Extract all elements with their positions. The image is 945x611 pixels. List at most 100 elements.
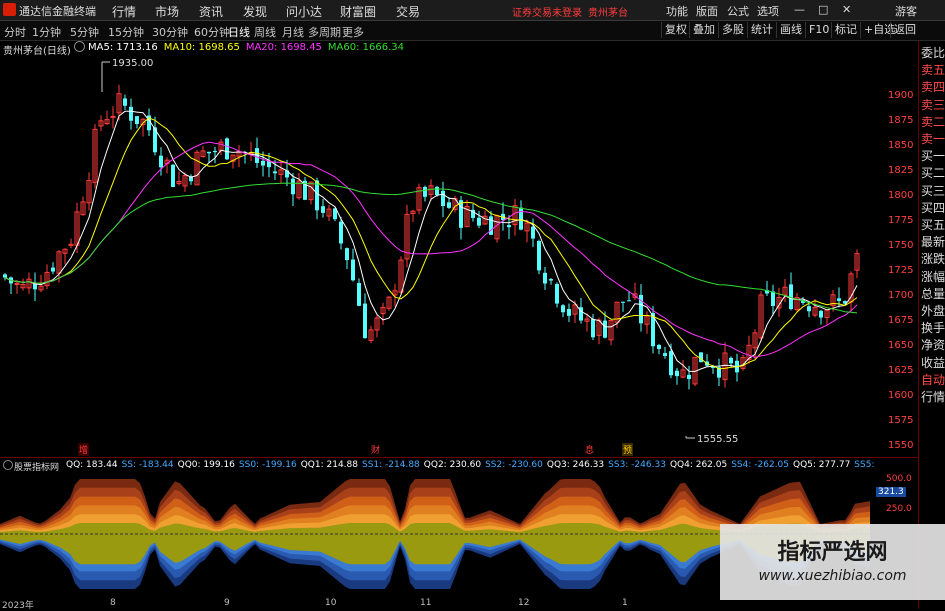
candle-body bbox=[807, 306, 811, 312]
candle-body bbox=[561, 305, 565, 313]
close-button[interactable]: ✕ bbox=[842, 3, 851, 16]
menu-item-options[interactable]: 选项 bbox=[757, 3, 779, 19]
maximize-button[interactable]: □ bbox=[818, 3, 828, 16]
period-tab-daily[interactable]: 日线 bbox=[228, 24, 250, 40]
price-axis-label: 1725 bbox=[888, 265, 914, 276]
side-panel-item[interactable]: 外盘 bbox=[920, 305, 945, 317]
watermark-title: 指标严选网 bbox=[777, 540, 888, 565]
adjust-button[interactable]: 复权 bbox=[661, 22, 690, 38]
side-panel-item[interactable]: 卖二 bbox=[920, 116, 945, 128]
side-panel-item[interactable]: 涨幅 bbox=[920, 271, 945, 283]
menu-item-trade[interactable]: 交易 bbox=[396, 3, 420, 20]
back-button[interactable]: 返回 bbox=[890, 22, 919, 38]
menu-item-markets[interactable]: 市场 bbox=[155, 3, 179, 20]
price-axis-label: 1575 bbox=[888, 415, 914, 426]
f10-button[interactable]: F10 bbox=[805, 22, 832, 38]
candle-body bbox=[123, 98, 127, 106]
period-tab-5min[interactable]: 5分钟 bbox=[70, 24, 99, 40]
price-axis-label: 1650 bbox=[888, 340, 914, 351]
candle-body bbox=[591, 319, 595, 338]
indicator-axis-500: 500.0 bbox=[886, 474, 912, 484]
menu-item-layout[interactable]: 版面 bbox=[696, 3, 718, 19]
price-axis-label: 1700 bbox=[888, 290, 914, 301]
menu-item-ask[interactable]: 问小达 bbox=[286, 3, 322, 20]
period-tab-multi[interactable]: 多周期 bbox=[308, 24, 341, 40]
minimize-button[interactable]: — bbox=[794, 3, 805, 16]
candlestick-chart[interactable]: 1935.00 1555.55 bbox=[0, 40, 918, 458]
period-tab-weekly[interactable]: 周线 bbox=[254, 24, 276, 40]
candle-body bbox=[435, 186, 439, 196]
candle-body bbox=[489, 216, 493, 235]
multi-stock-button[interactable]: 多股 bbox=[718, 22, 747, 38]
high-annotation: 1935.00 bbox=[112, 58, 153, 69]
period-tab-1min[interactable]: 1分钟 bbox=[32, 24, 61, 40]
period-tab-30min[interactable]: 30分钟 bbox=[152, 24, 188, 40]
date-label: 11 bbox=[420, 598, 432, 608]
menu-item-discover[interactable]: 发现 bbox=[243, 3, 267, 20]
side-panel-item[interactable]: 买五 bbox=[920, 219, 945, 231]
period-tab-15min[interactable]: 15分钟 bbox=[108, 24, 144, 40]
candle-body bbox=[273, 171, 277, 174]
ma-line-ma20 bbox=[4, 141, 858, 358]
app-logo-icon bbox=[3, 3, 16, 16]
candle-body bbox=[423, 186, 427, 197]
login-status[interactable]: 证券交易未登录 bbox=[512, 4, 582, 19]
side-panel-item[interactable]: 委比 bbox=[920, 47, 945, 59]
side-panel-item[interactable]: 买四 bbox=[920, 202, 945, 214]
overlay-button[interactable]: 叠加 bbox=[689, 22, 718, 38]
candle-body bbox=[159, 155, 163, 168]
draw-line-button[interactable]: 画线 bbox=[776, 22, 805, 38]
period-tab-timeshare[interactable]: 分时 bbox=[4, 24, 26, 40]
candle-body bbox=[171, 164, 175, 187]
side-panel-item[interactable]: 涨跌 bbox=[920, 253, 945, 265]
menu-item-formula[interactable]: 公式 bbox=[727, 3, 749, 19]
side-panel-item[interactable]: 买三 bbox=[920, 185, 945, 197]
period-tab-monthly[interactable]: 月线 bbox=[282, 24, 304, 40]
side-panel-item[interactable]: 卖一 bbox=[920, 133, 945, 145]
side-panel-item[interactable]: 买一 bbox=[920, 150, 945, 162]
menu-item-wealth[interactable]: 财富圈 bbox=[340, 3, 376, 20]
event-marker-forecast[interactable]: 预 bbox=[622, 443, 634, 456]
indicator-value: QQ5: 277.77 bbox=[793, 460, 851, 470]
side-panel-item[interactable]: 收益 bbox=[920, 357, 945, 369]
side-panel-item[interactable]: 行情 bbox=[920, 391, 945, 403]
watermark-url: www.xuezhibiao.com bbox=[758, 568, 907, 584]
event-marker-dividend[interactable]: 息 bbox=[585, 443, 594, 456]
date-label: 9 bbox=[224, 598, 230, 608]
date-label: 2023年 bbox=[2, 601, 34, 611]
side-panel-item[interactable]: 卖四 bbox=[920, 81, 945, 93]
candle-body bbox=[51, 267, 55, 272]
side-panel-item[interactable]: 买二 bbox=[920, 167, 945, 179]
candle-body bbox=[603, 320, 607, 338]
menu-item-market[interactable]: 行情 bbox=[112, 3, 136, 20]
event-marker-fin[interactable]: 财 bbox=[371, 443, 380, 456]
candle-body bbox=[549, 279, 553, 281]
period-tab-more[interactable]: 更多 bbox=[342, 24, 364, 40]
candle-body bbox=[357, 283, 361, 306]
candle-body bbox=[675, 370, 679, 377]
price-axis-label: 1600 bbox=[888, 390, 914, 401]
guest-label[interactable]: 游客 bbox=[895, 3, 917, 19]
side-panel-item[interactable]: 净资 bbox=[920, 339, 945, 351]
side-panel-item[interactable]: 自动 bbox=[920, 374, 945, 386]
side-panel-item[interactable]: 卖三 bbox=[920, 99, 945, 111]
indicator-current-value: 321.3 bbox=[876, 487, 906, 497]
menu-item-function[interactable]: 功能 bbox=[666, 3, 688, 19]
indicator-value: QQ4: 262.05 bbox=[669, 460, 728, 470]
side-panel-item[interactable]: 卖五 bbox=[920, 64, 945, 76]
event-marker-add[interactable]: 增 bbox=[78, 443, 90, 456]
menu-item-news[interactable]: 资讯 bbox=[199, 3, 223, 20]
date-label: 12 bbox=[518, 598, 530, 608]
side-panel-item[interactable]: 总量 bbox=[920, 288, 945, 300]
candle-body bbox=[207, 151, 211, 154]
side-panel-item[interactable]: 换手 bbox=[920, 322, 945, 334]
indicator-settings-icon[interactable] bbox=[3, 460, 13, 470]
candle-body bbox=[567, 309, 571, 316]
side-panel-item[interactable]: 最新 bbox=[920, 236, 945, 248]
mark-button[interactable]: 标记 bbox=[831, 22, 860, 38]
period-tab-60min[interactable]: 60分钟 bbox=[194, 24, 230, 40]
indicator-value: QQ: 183.44 bbox=[66, 460, 118, 470]
candle-body bbox=[729, 357, 733, 364]
stats-button[interactable]: 统计 bbox=[747, 22, 776, 38]
candle-body bbox=[669, 351, 673, 376]
